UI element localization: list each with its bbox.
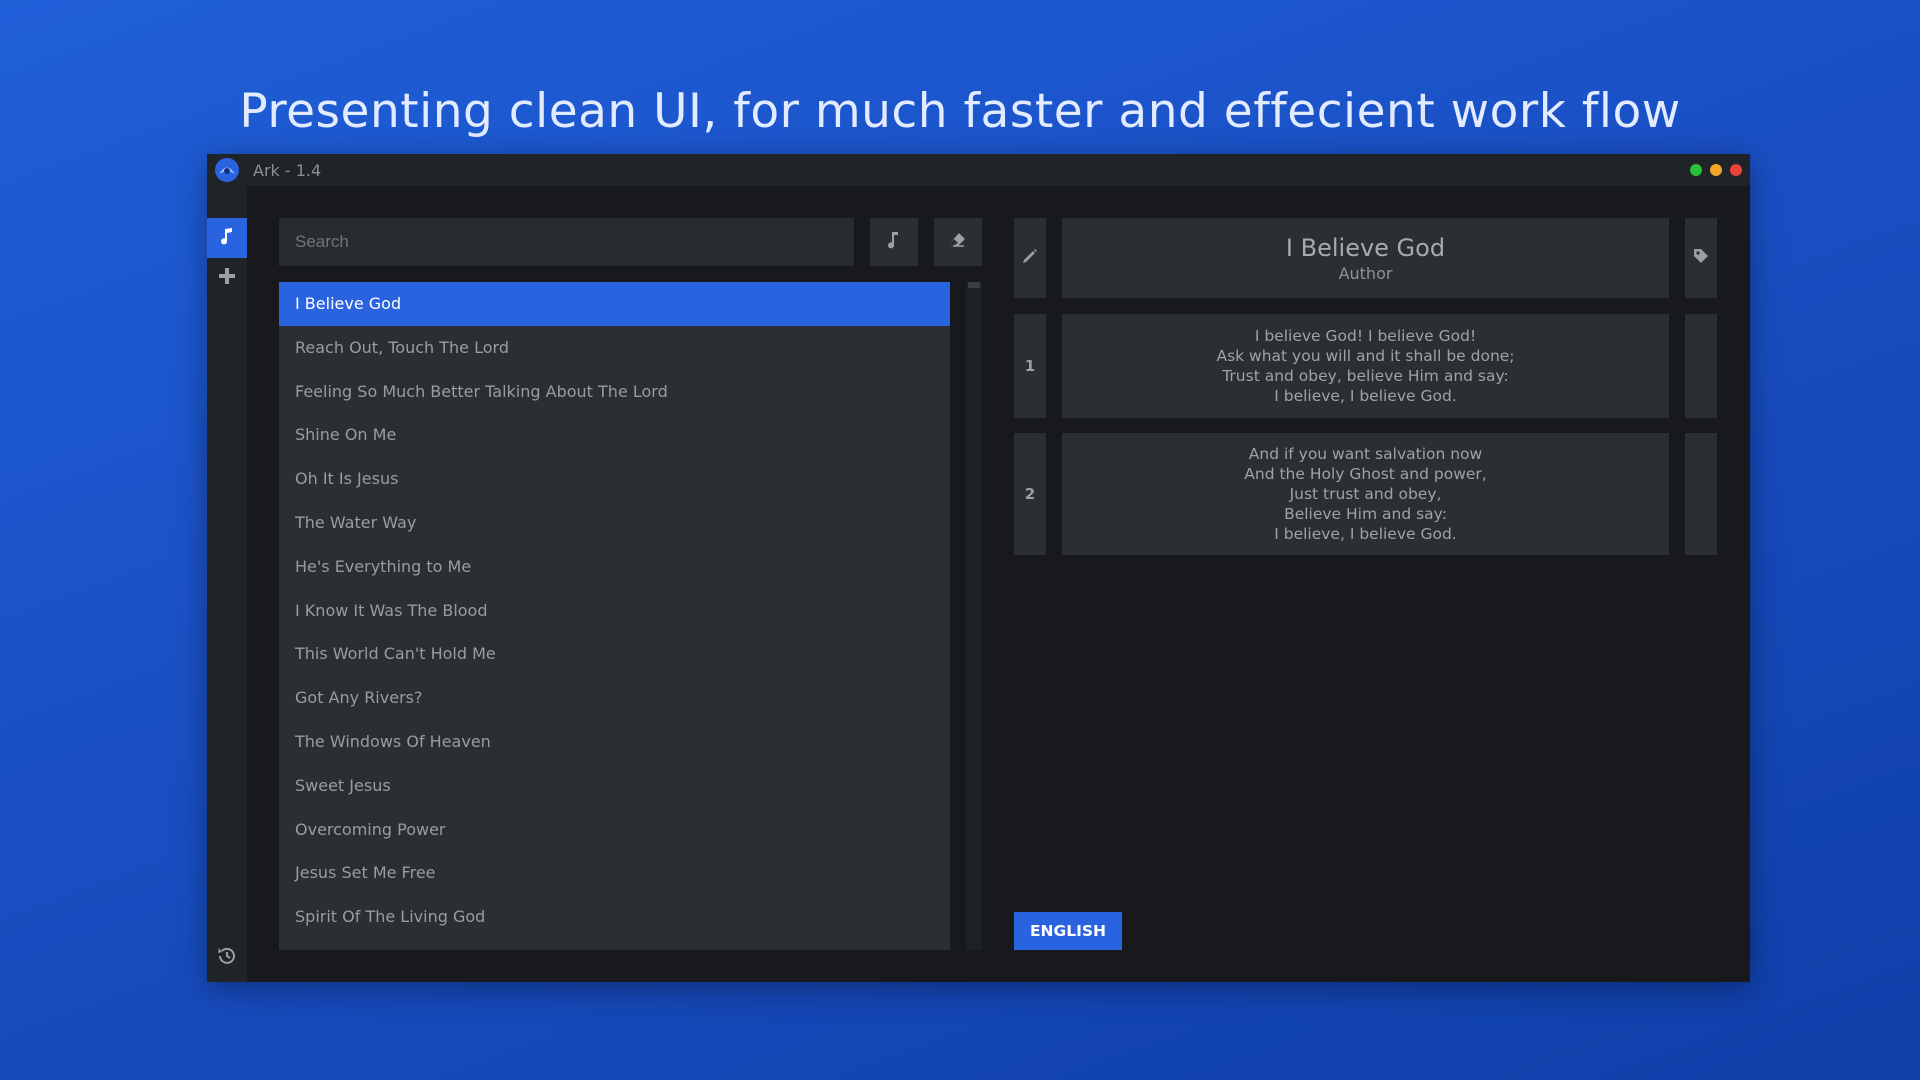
verse-line: And the Holy Ghost and power,	[1244, 465, 1487, 483]
verse-line: Just trust and obey,	[1289, 485, 1442, 503]
list-item[interactable]: I Believe God	[279, 282, 950, 326]
verse-line: Believe Him and say:	[1284, 505, 1447, 523]
list-item[interactable]: He's Everything to Me	[279, 545, 950, 589]
filter-music-button[interactable]	[870, 218, 918, 266]
verse-line: Trust and obey, believe Him and say:	[1222, 367, 1509, 385]
list-item[interactable]: Oh It Is Jesus	[279, 457, 950, 501]
song-list-scrollbar[interactable]	[966, 282, 982, 950]
songs-nav-button[interactable]	[207, 218, 247, 258]
song-title: I Believe God	[1285, 233, 1446, 262]
scrollbar-thumb[interactable]	[968, 282, 980, 288]
add-nav-button[interactable]	[207, 258, 247, 298]
headline: Presenting clean UI, for much faster and…	[239, 84, 1681, 139]
verse-line: I believe God! I believe God!	[1254, 327, 1477, 345]
list-item[interactable]: Jesus Set Me Free	[279, 851, 950, 895]
search-input[interactable]	[279, 218, 854, 266]
verse-slide[interactable]: And if you want salvation now And the Ho…	[1062, 433, 1669, 555]
list-item[interactable]: Sweet Jesus	[279, 764, 950, 808]
edit-song-button[interactable]	[1014, 218, 1046, 298]
song-list: I Believe God Reach Out, Touch The Lord …	[279, 282, 950, 950]
maximize-button[interactable]	[1690, 164, 1702, 176]
list-item[interactable]: Feeling So Much Better Talking About The…	[279, 370, 950, 414]
verse-number[interactable]: 1	[1014, 314, 1046, 418]
eraser-icon	[948, 230, 968, 254]
song-header: I Believe God Author	[1062, 218, 1669, 298]
history-icon	[216, 945, 238, 971]
verse-line: I believe, I believe God.	[1274, 525, 1457, 543]
app-title: Ark - 1.4	[253, 160, 322, 180]
tag-button[interactable]	[1685, 218, 1717, 298]
list-item[interactable]: I Know It Was The Blood	[279, 589, 950, 633]
verse-number[interactable]: 2	[1014, 433, 1046, 555]
clear-search-button[interactable]	[934, 218, 982, 266]
verse-line: I believe, I believe God.	[1274, 387, 1457, 405]
app-logo	[213, 156, 241, 184]
music-note-icon	[885, 230, 903, 254]
list-item[interactable]: This World Can't Hold Me	[279, 632, 950, 676]
list-item[interactable]: The Water Way	[279, 501, 950, 545]
close-button[interactable]	[1730, 164, 1742, 176]
history-nav-button[interactable]	[207, 938, 247, 978]
list-item[interactable]: Spirit Of The Living God	[279, 895, 950, 939]
list-item[interactable]: Reach Out, Touch The Lord	[279, 326, 950, 370]
title-bar: Ark - 1.4	[207, 154, 1750, 186]
verse-side-handle[interactable]	[1685, 433, 1717, 555]
music-note-icon	[217, 226, 237, 250]
app-window: Ark - 1.4 Search I Believe God Reach Out…	[207, 154, 1750, 982]
plus-icon	[217, 266, 237, 290]
list-item[interactable]: Overcoming Power	[279, 808, 950, 852]
verse-line: Ask what you will and it shall be done;	[1216, 347, 1515, 365]
list-item[interactable]: The Windows Of Heaven	[279, 720, 950, 764]
side-rail	[207, 186, 247, 982]
language-button[interactable]: ENGLISH	[1014, 912, 1122, 950]
song-author: Author	[1338, 263, 1393, 283]
list-item[interactable]: Shine On Me	[279, 413, 950, 457]
verse-line: And if you want salvation now	[1248, 445, 1483, 463]
verse-side-handle[interactable]	[1685, 314, 1717, 418]
minimize-button[interactable]	[1710, 164, 1722, 176]
verse-slide[interactable]: I believe God! I believe God! Ask what y…	[1062, 314, 1669, 418]
pencil-icon	[1021, 247, 1039, 269]
window-controls	[1690, 164, 1742, 176]
list-item[interactable]: Got Any Rivers?	[279, 676, 950, 720]
tag-icon	[1692, 247, 1710, 269]
